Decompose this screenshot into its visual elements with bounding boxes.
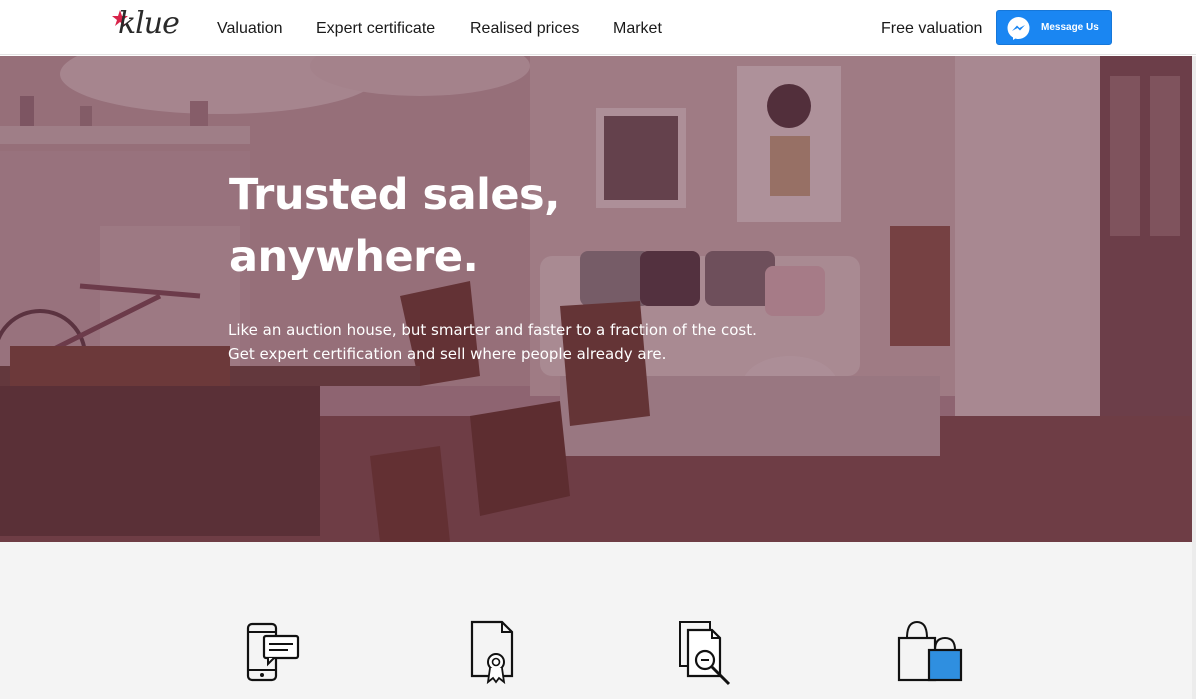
hero-title-line-1: Trusted sales, xyxy=(229,170,560,220)
nav-realised-prices[interactable]: Realised prices xyxy=(470,20,579,38)
logo-text: klue xyxy=(118,6,180,41)
nav-market[interactable]: Market xyxy=(613,20,662,38)
nav-expert-certificate[interactable]: Expert certificate xyxy=(316,20,435,38)
certificate-icon xyxy=(470,620,514,685)
hero-title-line-2: anywhere. xyxy=(229,232,479,282)
hero-banner: Trusted sales, anywhere. Like an auction… xyxy=(0,56,1196,542)
page-scrollbar[interactable] xyxy=(1192,56,1196,699)
hero-overlay xyxy=(0,56,1196,542)
free-valuation-link[interactable]: Free valuation xyxy=(881,20,982,38)
hero-subtitle: Like an auction house, but smarter and f… xyxy=(228,318,788,366)
document-search-icon xyxy=(679,621,731,686)
hero-subtitle-line-1: Like an auction house, but smarter and f… xyxy=(228,321,757,339)
message-us-label: Message Us xyxy=(1041,22,1099,33)
phone-chat-icon xyxy=(246,622,300,682)
klue-logo[interactable]: klue xyxy=(112,6,192,46)
messenger-icon xyxy=(1007,17,1030,40)
shopping-bag-icon xyxy=(897,620,963,682)
features-section xyxy=(0,542,1196,699)
site-header: klue Valuation Expert certificate Realis… xyxy=(0,0,1196,55)
nav-valuation[interactable]: Valuation xyxy=(217,20,283,38)
hero-title: Trusted sales, anywhere. xyxy=(229,164,649,288)
hero-subtitle-line-2: Get expert certification and sell where … xyxy=(228,345,667,363)
message-us-button[interactable]: Message Us xyxy=(996,10,1112,45)
